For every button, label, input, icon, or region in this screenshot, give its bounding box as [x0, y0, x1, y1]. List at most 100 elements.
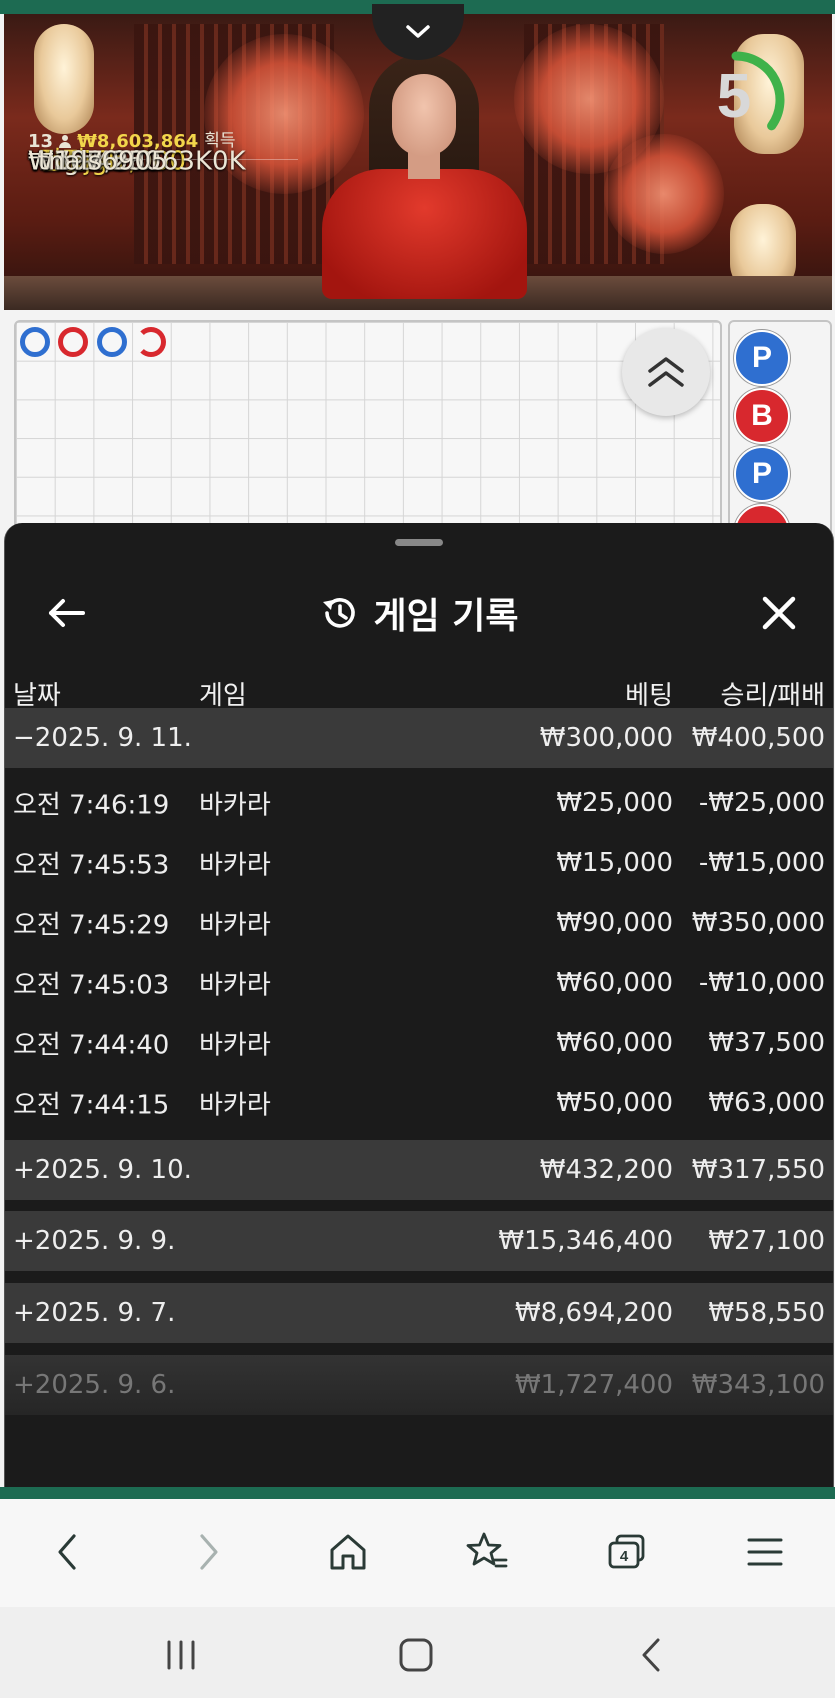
blossom-decor: [604, 134, 724, 254]
col-winloss: 승리/패배: [720, 681, 825, 711]
bead-player: P: [734, 330, 790, 386]
road-banker-marker: [136, 327, 166, 357]
road-player-marker: [97, 327, 127, 357]
entry-time: 오전 7:45:29: [13, 910, 170, 941]
day-winloss: ₩400,500: [691, 723, 825, 753]
day-date: +2025. 9. 9.: [13, 1226, 176, 1256]
browser-toolbar: 4: [0, 1499, 835, 1607]
entry-game: 바카라: [199, 790, 271, 821]
scroll-up-button[interactable]: [622, 328, 710, 416]
entry-winloss: -₩15,000: [698, 848, 825, 878]
day-row-collapsed[interactable]: +2025. 9. 10. ₩432,200 ₩317,550: [5, 1140, 833, 1200]
home-button[interactable]: [313, 1517, 383, 1587]
bead-road: P B P: [728, 320, 832, 544]
entry-bet: ₩90,000: [556, 908, 673, 938]
day-bet: ₩8,694,200: [514, 1298, 673, 1328]
entry-winloss: -₩10,000: [698, 968, 825, 998]
day-date: +2025. 9. 7.: [13, 1298, 176, 1328]
col-date: 날짜: [13, 681, 61, 711]
game-entry-row[interactable]: 오전 7:44:15 바카라 ₩50,000 ₩63,000: [5, 1073, 833, 1133]
entry-game: 바카라: [199, 910, 271, 941]
game-entry-row[interactable]: 오전 7:45:53 바카라 ₩15,000 -₩15,000: [5, 833, 833, 893]
day-date: −2025. 9. 11.: [13, 723, 192, 753]
entry-time: 오전 7:44:15: [13, 1090, 170, 1121]
entry-bet: ₩25,000: [556, 788, 673, 818]
game-entry-row[interactable]: 오전 7:46:19 바카라 ₩25,000 -₩25,000: [5, 773, 833, 833]
bottom-strip: [0, 1487, 835, 1499]
day-row-collapsed[interactable]: +2025. 9. 7. ₩8,694,200 ₩58,550: [5, 1283, 833, 1343]
timer-value: 5: [716, 62, 752, 131]
home-system-button[interactable]: [381, 1625, 451, 1685]
home-icon: [330, 1534, 366, 1570]
day-winloss: ₩27,100: [708, 1226, 825, 1256]
day-bet: ₩300,000: [539, 723, 673, 753]
day-bet: ₩15,346,400: [498, 1226, 673, 1256]
winners-list: 13 ₩8,603,864 획득 ₩4,290,000 진진 ₩2,925,000…: [28, 126, 298, 177]
back-nav-button[interactable]: [32, 1517, 102, 1587]
bead-banker: B: [734, 388, 790, 444]
home-square-icon: [399, 1638, 433, 1672]
menu-button[interactable]: [730, 1517, 800, 1587]
panel-header: 게임 기록: [5, 563, 833, 663]
entry-game: 바카라: [199, 1030, 271, 1061]
day-bet: ₩1,727,400: [514, 1370, 673, 1400]
chevron-down-icon: [406, 25, 430, 38]
day-winloss: ₩343,100: [691, 1370, 825, 1400]
recent-apps-button[interactable]: [146, 1625, 216, 1685]
arrow-left-icon: [49, 599, 85, 627]
dealer-body: [322, 169, 527, 299]
col-bet: 베팅: [625, 681, 673, 711]
back-chevron-icon: [642, 1638, 660, 1672]
entry-bet: ₩60,000: [556, 968, 673, 998]
entry-time: 오전 7:45:53: [13, 850, 170, 881]
entry-bet: ₩60,000: [556, 1028, 673, 1058]
day-date: +2025. 9. 10.: [13, 1155, 192, 1185]
panel-title-text: 게임 기록: [373, 596, 519, 637]
forward-nav-button[interactable]: [174, 1517, 244, 1587]
entry-time: 오전 7:46:19: [13, 790, 170, 821]
day-bet: ₩432,200: [539, 1155, 673, 1185]
history-icon: [323, 598, 356, 628]
entry-game: 바카라: [199, 1090, 271, 1121]
tab-count: 4: [620, 1548, 629, 1565]
entry-game: 바카라: [199, 970, 271, 1001]
bookmarks-button[interactable]: [452, 1517, 522, 1587]
double-chevron-up-icon: [648, 357, 684, 387]
chevron-right-icon: [200, 1534, 218, 1570]
back-button[interactable]: [43, 591, 91, 635]
road-player-marker: [20, 327, 50, 357]
dealer-face: [392, 74, 456, 156]
system-nav-bar: [0, 1607, 835, 1698]
day-row-collapsed[interactable]: +2025. 9. 9. ₩15,346,400 ₩27,100: [5, 1211, 833, 1271]
col-game: 게임: [199, 681, 247, 711]
game-entry-row[interactable]: 오전 7:44:40 바카라 ₩60,000 ₩37,500: [5, 1013, 833, 1073]
game-entry-row[interactable]: 오전 7:45:03 바카라 ₩60,000 -₩10,000: [5, 953, 833, 1013]
day-row-expanded[interactable]: −2025. 9. 11. ₩300,000 ₩400,500: [5, 708, 833, 768]
tabs-icon: 4: [608, 1534, 645, 1569]
star-list-icon: [466, 1532, 508, 1568]
big-road-grid: [14, 320, 722, 544]
entry-winloss: ₩37,500: [708, 1028, 825, 1058]
close-icon: [762, 596, 796, 630]
tabs-button[interactable]: 4: [592, 1517, 662, 1587]
drag-handle[interactable]: [395, 539, 443, 546]
close-button[interactable]: [757, 591, 801, 635]
entry-bet: ₩50,000: [556, 1088, 673, 1118]
entry-winloss: ₩63,000: [708, 1088, 825, 1118]
entry-winloss: ₩350,000: [691, 908, 825, 938]
entry-time: 오전 7:44:40: [13, 1030, 170, 1061]
back-system-button[interactable]: [616, 1625, 686, 1685]
day-row-collapsed[interactable]: +2025. 9. 6. ₩1,727,400 ₩343,100: [5, 1355, 833, 1415]
entry-game: 바카라: [199, 850, 271, 881]
entry-time: 오전 7:45:03: [13, 970, 170, 1001]
recent-apps-icon: [167, 1640, 195, 1670]
panel-title: 게임 기록: [5, 563, 833, 663]
game-entry-row[interactable]: 오전 7:45:29 바카라 ₩90,000 ₩350,000: [5, 893, 833, 953]
hamburger-icon: [747, 1538, 783, 1566]
lantern-decor: [34, 24, 94, 134]
entry-bet: ₩15,000: [556, 848, 673, 878]
entry-winloss: -₩25,000: [698, 788, 825, 818]
countdown-timer: 5: [694, 42, 804, 152]
day-winloss: ₩58,550: [708, 1298, 825, 1328]
day-date: +2025. 9. 6.: [13, 1370, 176, 1400]
